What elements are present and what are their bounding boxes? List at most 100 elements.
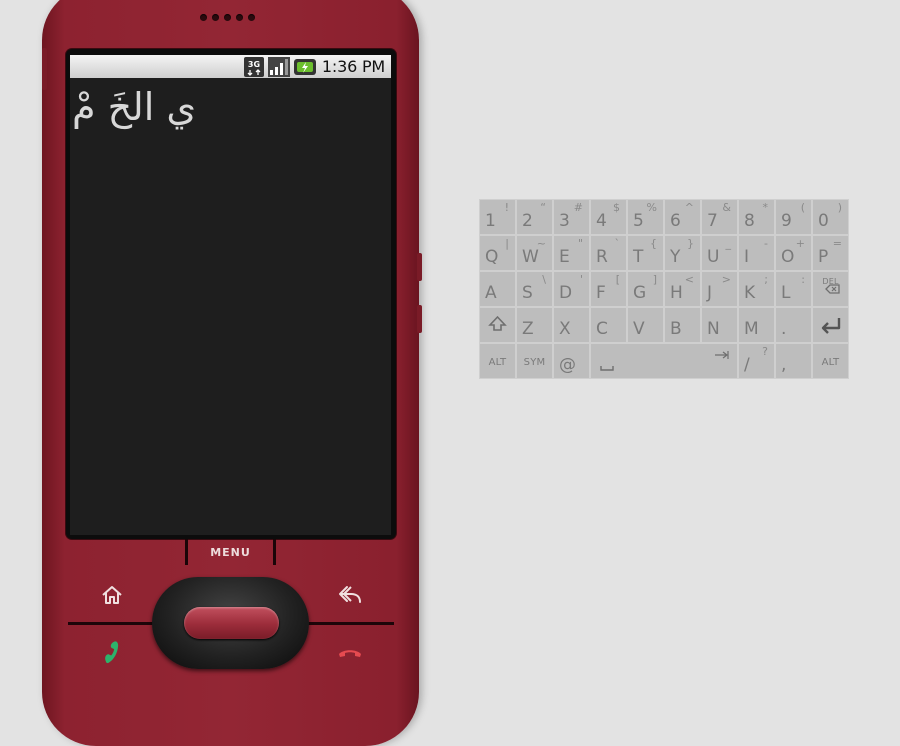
alt-key[interactable]: ALT [480, 344, 515, 378]
key-label: E [559, 247, 570, 267]
key-label: 0 [818, 211, 829, 231]
key-n[interactable]: N [702, 308, 737, 342]
key-q[interactable]: Q | [480, 236, 515, 270]
key-label: D [559, 283, 573, 303]
key-5[interactable]: 5% [628, 200, 663, 234]
period-key[interactable]: . [776, 308, 811, 342]
key-g[interactable]: G] [628, 272, 663, 306]
slash-key[interactable]: /? [739, 344, 774, 378]
key-1[interactable]: 1! [480, 200, 515, 234]
volume-down-button[interactable] [417, 305, 422, 333]
key-2[interactable]: 2 “ [517, 200, 552, 234]
call-button[interactable] [96, 638, 128, 666]
key-l[interactable]: L: [776, 272, 811, 306]
key-alt-label: # [573, 201, 583, 214]
key-label: 4 [596, 211, 607, 231]
key-label: 6 [670, 211, 681, 231]
key-alt-label: ) [837, 201, 842, 214]
key-7[interactable]: 7 & [702, 200, 737, 234]
phone-screen[interactable]: 3G 1:36 PM ي الخَ مْ [70, 55, 391, 535]
key-o[interactable]: O + [776, 236, 811, 270]
back-button[interactable] [334, 580, 366, 608]
hardware-divider-right [304, 622, 394, 625]
key-u[interactable]: U _ [702, 236, 737, 270]
key-alt-label: ! [504, 201, 509, 214]
key-b[interactable]: B [665, 308, 700, 342]
key-label: K [744, 283, 756, 303]
key-alt-label: + [795, 237, 805, 250]
3g-data-icon: 3G [243, 56, 264, 77]
shift-icon [488, 315, 507, 331]
key-r[interactable]: R ` [591, 236, 626, 270]
trackball[interactable] [184, 607, 279, 639]
network-badge: 3G [248, 60, 260, 69]
sym-key-label: SYM [523, 357, 546, 368]
key-c[interactable]: C [591, 308, 626, 342]
key-e[interactable]: E " [554, 236, 589, 270]
key-label: Z [522, 319, 534, 339]
key-label: X [559, 319, 571, 339]
call-icon [105, 641, 119, 664]
key-0[interactable]: 0) [813, 200, 848, 234]
key-label: Q [485, 247, 499, 267]
alt-key[interactable]: ALT [813, 344, 848, 378]
key-alt-label: | [505, 237, 509, 250]
key-x[interactable]: X [554, 308, 589, 342]
key-alt-label: \ [542, 273, 546, 286]
key-h[interactable]: H < [665, 272, 700, 306]
space-key[interactable] [591, 344, 737, 378]
volume-up-button[interactable] [417, 253, 422, 281]
screen-text: ي الخَ مْ [72, 85, 197, 129]
delete-key[interactable]: DEL [813, 272, 848, 306]
key-y[interactable]: Y} [665, 236, 700, 270]
key-m[interactable]: M [739, 308, 774, 342]
key-alt-label: ( [800, 201, 805, 214]
key-alt-label: > [721, 273, 731, 286]
key-w[interactable]: W ~ [517, 236, 552, 270]
key-i[interactable]: I- [739, 236, 774, 270]
key-j[interactable]: J > [702, 272, 737, 306]
enter-key[interactable] [813, 308, 848, 342]
key-p[interactable]: P = [813, 236, 848, 270]
key-a[interactable]: A [480, 272, 515, 306]
at-key[interactable]: @ [554, 344, 589, 378]
key-v[interactable]: V [628, 308, 663, 342]
shift-key[interactable] [480, 308, 515, 342]
key-label: . [781, 319, 787, 339]
key-d[interactable]: D ' [554, 272, 589, 306]
key-s[interactable]: S \ [517, 272, 552, 306]
speaker-grille [200, 14, 266, 24]
key-alt-label: ` [614, 237, 621, 250]
menu-button[interactable]: MENU [185, 539, 276, 565]
key-label: , [781, 355, 787, 375]
key-4[interactable]: 4 $ [591, 200, 626, 234]
home-icon [102, 586, 122, 604]
key-label: F [596, 283, 606, 303]
side-button-left[interactable] [42, 48, 47, 90]
key-6[interactable]: 6 ^ [665, 200, 700, 234]
sym-key[interactable]: SYM [517, 344, 552, 378]
home-button[interactable] [96, 581, 128, 609]
key-label: L [781, 283, 791, 303]
back-icon [339, 586, 361, 603]
key-label: / [744, 355, 750, 375]
key-label: 9 [781, 211, 792, 231]
key-label: W [522, 247, 539, 267]
key-f[interactable]: F[ [591, 272, 626, 306]
key-8[interactable]: 8 * [739, 200, 774, 234]
key-k[interactable]: K; [739, 272, 774, 306]
key-3[interactable]: 3 # [554, 200, 589, 234]
key-label: 5 [633, 211, 644, 231]
key-label: P [818, 247, 829, 267]
key-9[interactable]: 9( [776, 200, 811, 234]
backspace-icon [825, 284, 840, 294]
key-label: H [670, 283, 683, 303]
key-label: O [781, 247, 795, 267]
key-label: C [596, 319, 608, 339]
key-t[interactable]: T{ [628, 236, 663, 270]
status-time: 1:36 PM [321, 57, 385, 76]
key-z[interactable]: Z [517, 308, 552, 342]
comma-key[interactable]: , [776, 344, 811, 378]
end-call-button[interactable] [334, 638, 366, 666]
key-label: J [707, 283, 713, 303]
